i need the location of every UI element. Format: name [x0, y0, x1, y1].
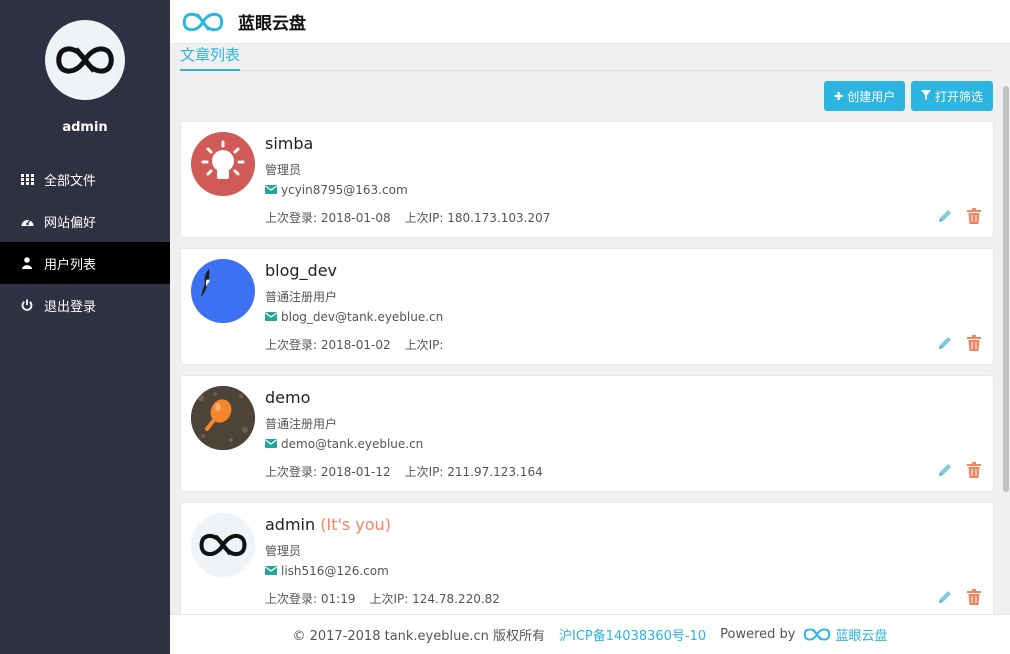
user-icon	[20, 257, 34, 269]
user-email: blog_dev@tank.eyeblue.cn	[265, 310, 443, 324]
open-filter-label: 打开筛选	[935, 89, 984, 104]
user-name: demo	[265, 388, 311, 407]
header: 蓝眼云盘	[170, 0, 1010, 44]
trash-icon[interactable]	[967, 589, 981, 605]
pencil-icon[interactable]	[937, 335, 953, 351]
sidebar-item-user-list[interactable]: 用户列表	[0, 242, 170, 284]
user-login-info: 上次登录: 2018-01-08 上次IP: 180.173.103.207	[265, 211, 551, 225]
pencil-icon[interactable]	[937, 589, 953, 605]
sidebar: admin 全部文件 网站偏好 用户列表 退出登录	[0, 0, 170, 654]
open-filter-button[interactable]: 打开筛选	[911, 81, 994, 111]
sidebar-item-all-files[interactable]: 全部文件	[0, 158, 170, 200]
user-email: demo@tank.eyeblue.cn	[265, 437, 423, 451]
envelope-icon	[265, 437, 277, 451]
trash-icon[interactable]	[967, 462, 981, 478]
infinity-logo-icon[interactable]	[180, 11, 226, 33]
pencil-icon[interactable]	[937, 208, 953, 224]
lightbulb-icon	[201, 140, 245, 179]
user-card: demo 普通注册用户 demo@tank.eyeblue.cn 上次登录: 2…	[180, 375, 994, 492]
user-name: simba	[265, 134, 314, 153]
infinity-logo-icon	[803, 628, 830, 641]
user-role: 普通注册用户	[265, 417, 338, 431]
infinity-logo-icon	[56, 46, 114, 74]
sidebar-item-site-preference[interactable]: 网站偏好	[0, 200, 170, 242]
infinity-logo-avatar[interactable]	[191, 513, 255, 577]
powered-by-text: Powered by	[720, 627, 796, 642]
sidebar-item-logout[interactable]: 退出登录	[0, 284, 170, 326]
grid-icon	[20, 173, 34, 185]
user-email: lish516@126.com	[265, 564, 389, 578]
user-role: 管理员	[265, 544, 302, 558]
plus-icon: ✚	[834, 89, 844, 103]
user-card: simba 管理员 ycyin8795@163.com 上次登录: 2018-0…	[180, 121, 994, 238]
sidebar-item-label: 网站偏好	[44, 215, 97, 231]
power-icon	[20, 299, 34, 311]
trash-icon[interactable]	[967, 335, 981, 351]
envelope-icon	[265, 183, 277, 197]
bird-icon	[201, 269, 210, 297]
tab-article-list[interactable]: 文章列表	[180, 44, 241, 71]
tab-bar: 文章列表	[180, 44, 994, 71]
create-user-button[interactable]: ✚ 创建用户	[824, 81, 906, 111]
footer-brand-link[interactable]: 蓝眼云盘	[836, 625, 888, 644]
user-name: blog_dev	[265, 261, 338, 280]
user-name: admin (It's you)	[265, 515, 391, 534]
balloon-icon	[191, 386, 255, 450]
filter-icon	[921, 89, 931, 103]
user-card: admin (It's you) 管理员 lish516@126.com 上次登…	[180, 502, 994, 614]
icp-link[interactable]: 沪ICP备14038360号-10	[559, 625, 706, 644]
footer: © 2017-2018 tank.eyeblue.cn 版权所有 沪ICP备14…	[170, 614, 1010, 654]
app-title: 蓝眼云盘	[238, 14, 306, 34]
user-login-info: 上次登录: 2018-01-02 上次IP:	[265, 338, 444, 352]
trash-icon[interactable]	[967, 208, 981, 224]
user-card: blog_dev 普通注册用户 blog_dev@tank.eyeblue.cn…	[180, 248, 994, 365]
envelope-icon	[265, 564, 277, 578]
user-role: 普通注册用户	[265, 290, 338, 304]
sidebar-avatar[interactable]	[45, 20, 125, 100]
create-user-label: 创建用户	[847, 89, 896, 104]
infinity-logo-icon	[199, 533, 247, 557]
main-content: 文章列表 ✚ 创建用户 打开筛选 simba 管理员 ycyin8795@163…	[170, 44, 1010, 614]
sidebar-username: admin	[62, 120, 108, 135]
blue-bird-avatar[interactable]	[191, 259, 255, 323]
sidebar-item-label: 退出登录	[44, 299, 97, 315]
copyright-text: © 2017-2018 tank.eyeblue.cn 版权所有	[292, 629, 545, 644]
dashboard-icon	[20, 216, 34, 227]
its-you-label: (It's you)	[320, 515, 391, 534]
envelope-icon	[265, 310, 277, 324]
pencil-icon[interactable]	[937, 462, 953, 478]
sidebar-menu: 全部文件 网站偏好 用户列表 退出登录	[0, 158, 170, 326]
user-email: ycyin8795@163.com	[265, 183, 408, 197]
user-login-info: 上次登录: 01:19 上次IP: 124.78.220.82	[265, 592, 500, 606]
scrollbar-thumb[interactable]	[1003, 86, 1009, 492]
user-login-info: 上次登录: 2018-01-12 上次IP: 211.97.123.164	[265, 465, 543, 479]
sidebar-item-label: 全部文件	[44, 173, 97, 189]
orange-balloon-avatar[interactable]	[191, 386, 255, 450]
lightbulb-avatar[interactable]	[191, 132, 255, 196]
user-role: 管理员	[265, 163, 302, 177]
sidebar-item-label: 用户列表	[44, 257, 97, 273]
